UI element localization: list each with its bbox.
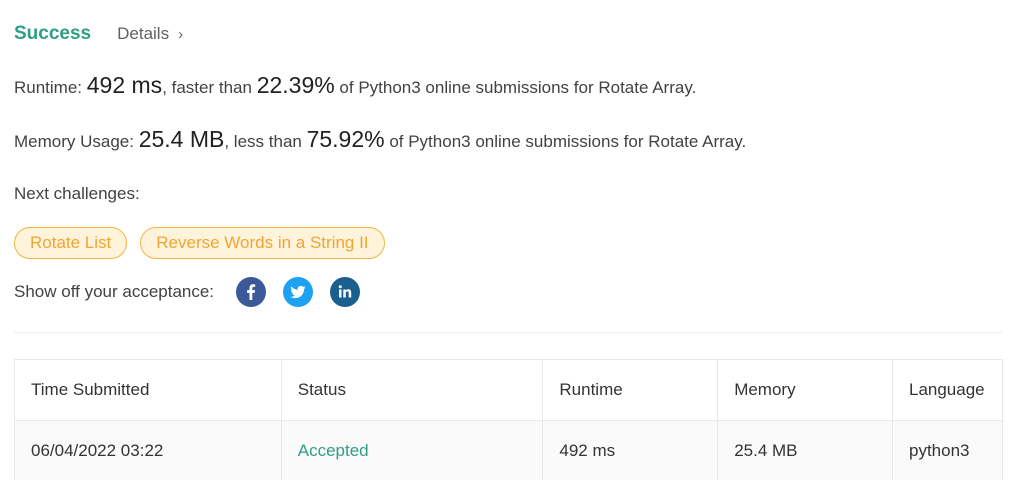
memory-percent: 75.92% [306, 126, 385, 152]
header-memory: Memory [717, 359, 893, 421]
cell-memory: 25.4 MB [717, 420, 893, 480]
section-divider [14, 332, 1002, 333]
chevron-right-icon: › [178, 25, 184, 43]
status-row: Success Details › [14, 20, 183, 48]
table-header-row: Time Submitted Status Runtime Memory Lan… [14, 359, 1004, 421]
runtime-middle-text: , faster than [162, 78, 257, 97]
cell-runtime: 492 ms [542, 420, 719, 480]
challenge-chip-reverse-words[interactable]: Reverse Words in a String II [140, 227, 385, 259]
details-label: Details [117, 24, 170, 43]
share-label: Show off your acceptance: [14, 282, 215, 301]
memory-middle-text: , less than [224, 132, 307, 151]
details-link[interactable]: Details › [117, 24, 183, 44]
next-challenges-label: Next challenges: [14, 184, 140, 203]
cell-language: python3 [891, 420, 1004, 480]
runtime-stat: Runtime: 492 ms, faster than 22.39% of P… [14, 72, 696, 99]
memory-label: Memory Usage: [14, 132, 139, 151]
memory-value: 25.4 MB [138, 126, 225, 152]
submission-result-page: Success Details › Runtime: 492 ms, faste… [0, 0, 1012, 480]
runtime-label: Runtime: [14, 78, 87, 97]
memory-stat: Memory Usage: 25.4 MB, less than 75.92% … [14, 126, 746, 153]
cell-time-submitted: 06/04/2022 03:22 [14, 420, 282, 480]
header-time-submitted: Time Submitted [14, 359, 282, 421]
runtime-suffix-text: of Python3 online submissions for Rotate… [334, 78, 697, 97]
challenge-chip-rotate-list[interactable]: Rotate List [14, 227, 128, 259]
facebook-icon[interactable] [236, 277, 267, 307]
status-title: Success [14, 23, 92, 44]
header-runtime: Runtime [542, 359, 719, 421]
runtime-percent: 22.39% [256, 72, 335, 98]
linkedin-icon[interactable] [330, 277, 361, 307]
runtime-value: 492 ms [86, 72, 163, 98]
header-status: Status [280, 359, 544, 421]
submissions-table: Time Submitted Status Runtime Memory Lan… [14, 359, 1004, 480]
table-row: 06/04/2022 03:22 Accepted 492 ms 25.4 MB… [14, 420, 1004, 480]
header-language: Language [891, 359, 1004, 421]
twitter-icon[interactable] [283, 277, 314, 307]
next-challenges-list: Rotate List Reverse Words in a String II [14, 227, 385, 259]
cell-status-accepted-link[interactable]: Accepted [280, 420, 544, 480]
memory-suffix-text: of Python3 online submissions for Rotate… [384, 132, 747, 151]
share-row: Show off your acceptance: [14, 277, 377, 307]
